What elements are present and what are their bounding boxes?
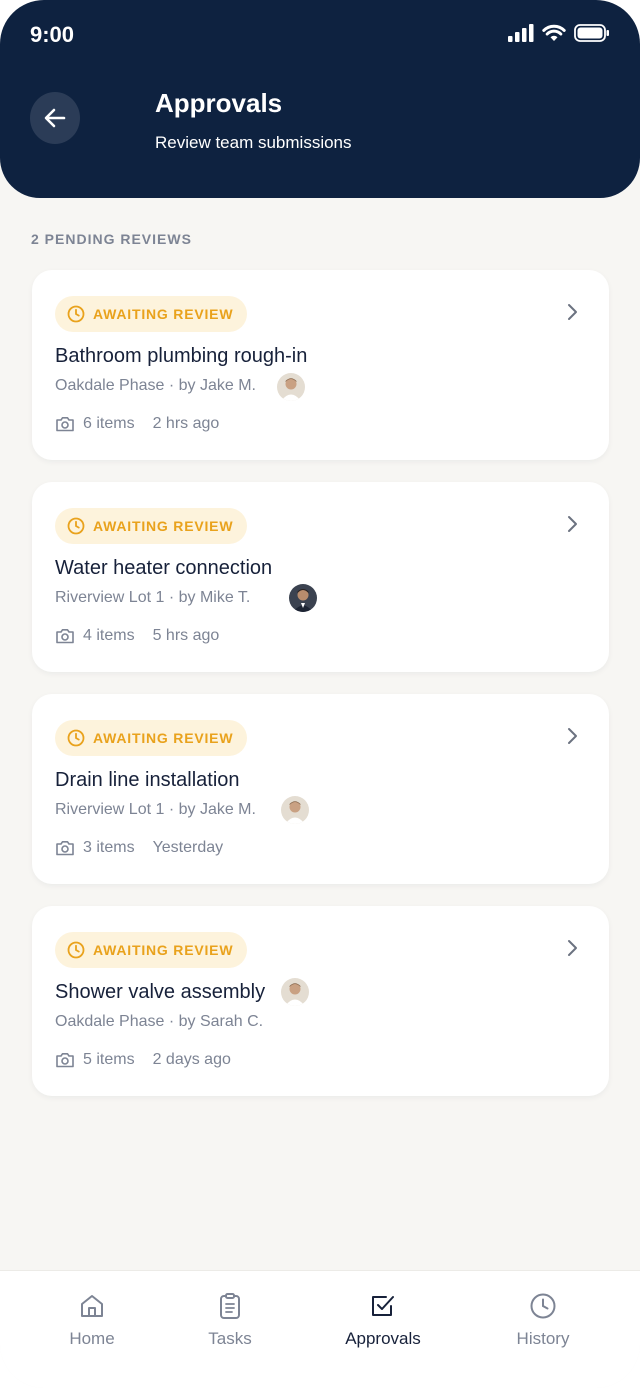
status-icons [508, 24, 610, 42]
submitted-time: 5 hrs ago [152, 627, 220, 644]
wifi-icon [542, 24, 566, 41]
status-badge: AWAITING REVIEW [55, 508, 248, 544]
status-badge: AWAITING REVIEW [55, 932, 248, 968]
card-footer: 3 items Yesterday [55, 839, 223, 857]
card-footer: 6 items 2 hrs ago [55, 415, 219, 433]
review-card[interactable]: AWAITING REVIEW Bathroom plumbing rough-… [32, 270, 609, 460]
clock-icon [67, 941, 85, 959]
card-title: Shower valve assembly [55, 981, 266, 1003]
tab-label: Tasks [208, 1329, 252, 1348]
photo-count: 4 items [83, 627, 135, 644]
clipboard-icon [217, 1291, 243, 1321]
tab-history[interactable]: History [503, 1271, 583, 1381]
tab-approvals[interactable]: Approvals [333, 1271, 433, 1381]
arrow-left-icon [44, 108, 66, 128]
card-footer: 4 items 5 hrs ago [55, 627, 219, 645]
status-badge-label: AWAITING REVIEW [93, 518, 234, 534]
card-title: Water heater connection [55, 557, 273, 579]
status-badge-label: AWAITING REVIEW [93, 730, 234, 746]
chevron-right-icon [568, 940, 577, 956]
signal-icon [508, 24, 534, 42]
status-badge-label: AWAITING REVIEW [93, 942, 234, 958]
chevron-right-icon [568, 728, 577, 744]
review-card[interactable]: AWAITING REVIEW Water heater connection … [32, 482, 609, 672]
battery-icon [574, 24, 609, 42]
card-meta: Riverview Lot 1 · by Mike T. [55, 589, 251, 606]
card-title: Drain line installation [55, 769, 240, 791]
avatar [277, 373, 305, 401]
tab-label: History [516, 1329, 570, 1348]
tab-tasks[interactable]: Tasks [190, 1271, 270, 1381]
avatar [281, 978, 309, 1006]
header: 9:00 Approvals Review team submissions [0, 0, 640, 198]
review-card[interactable]: AWAITING REVIEW Shower valve assembly Oa… [32, 906, 609, 1096]
camera-icon [56, 417, 74, 432]
submitted-time: Yesterday [152, 839, 224, 856]
clock-icon [67, 305, 85, 323]
clock-icon [67, 517, 85, 535]
photo-count: 6 items [83, 415, 135, 432]
clock-icon [67, 729, 85, 747]
camera-icon [56, 1053, 74, 1068]
page-title: Approvals [155, 88, 283, 118]
submitted-time: 2 hrs ago [152, 415, 220, 432]
pending-count-label: 2 PENDING REVIEWS [31, 231, 192, 247]
status-badge: AWAITING REVIEW [55, 720, 248, 756]
camera-icon [56, 629, 74, 644]
clock-icon [529, 1291, 557, 1321]
status-badge: AWAITING REVIEW [55, 296, 248, 332]
tab-label: Home [69, 1329, 115, 1348]
photo-count: 5 items [83, 1051, 135, 1068]
card-title: Bathroom plumbing rough-in [55, 345, 308, 367]
tab-label: Approvals [345, 1329, 421, 1348]
card-meta: Oakdale Phase · by Sarah C. [55, 1013, 264, 1030]
back-button[interactable] [30, 92, 80, 144]
card-footer: 5 items 2 days ago [55, 1051, 231, 1069]
chevron-right-icon [568, 516, 577, 532]
status-badge-label: AWAITING REVIEW [93, 306, 234, 322]
camera-icon [56, 841, 74, 856]
status-time: 9:00 [30, 22, 75, 47]
card-meta: Riverview Lot 1 · by Jake M. [55, 801, 256, 818]
avatar [289, 584, 317, 612]
avatar [281, 796, 309, 824]
card-meta: Oakdale Phase · by Jake M. [55, 377, 256, 394]
bottom-tab-bar: Home Tasks Approvals History [0, 1270, 640, 1388]
page-subtitle: Review team submissions [155, 133, 352, 152]
review-card[interactable]: AWAITING REVIEW Drain line installation … [32, 694, 609, 884]
checkbox-icon [369, 1291, 397, 1321]
tab-home[interactable]: Home [52, 1271, 132, 1381]
home-icon [78, 1291, 106, 1321]
photo-count: 3 items [83, 839, 135, 856]
submitted-time: 2 days ago [152, 1051, 231, 1068]
phone-screen: 9:00 Approvals Review team submissions 2… [0, 0, 640, 1388]
chevron-right-icon [568, 304, 577, 320]
